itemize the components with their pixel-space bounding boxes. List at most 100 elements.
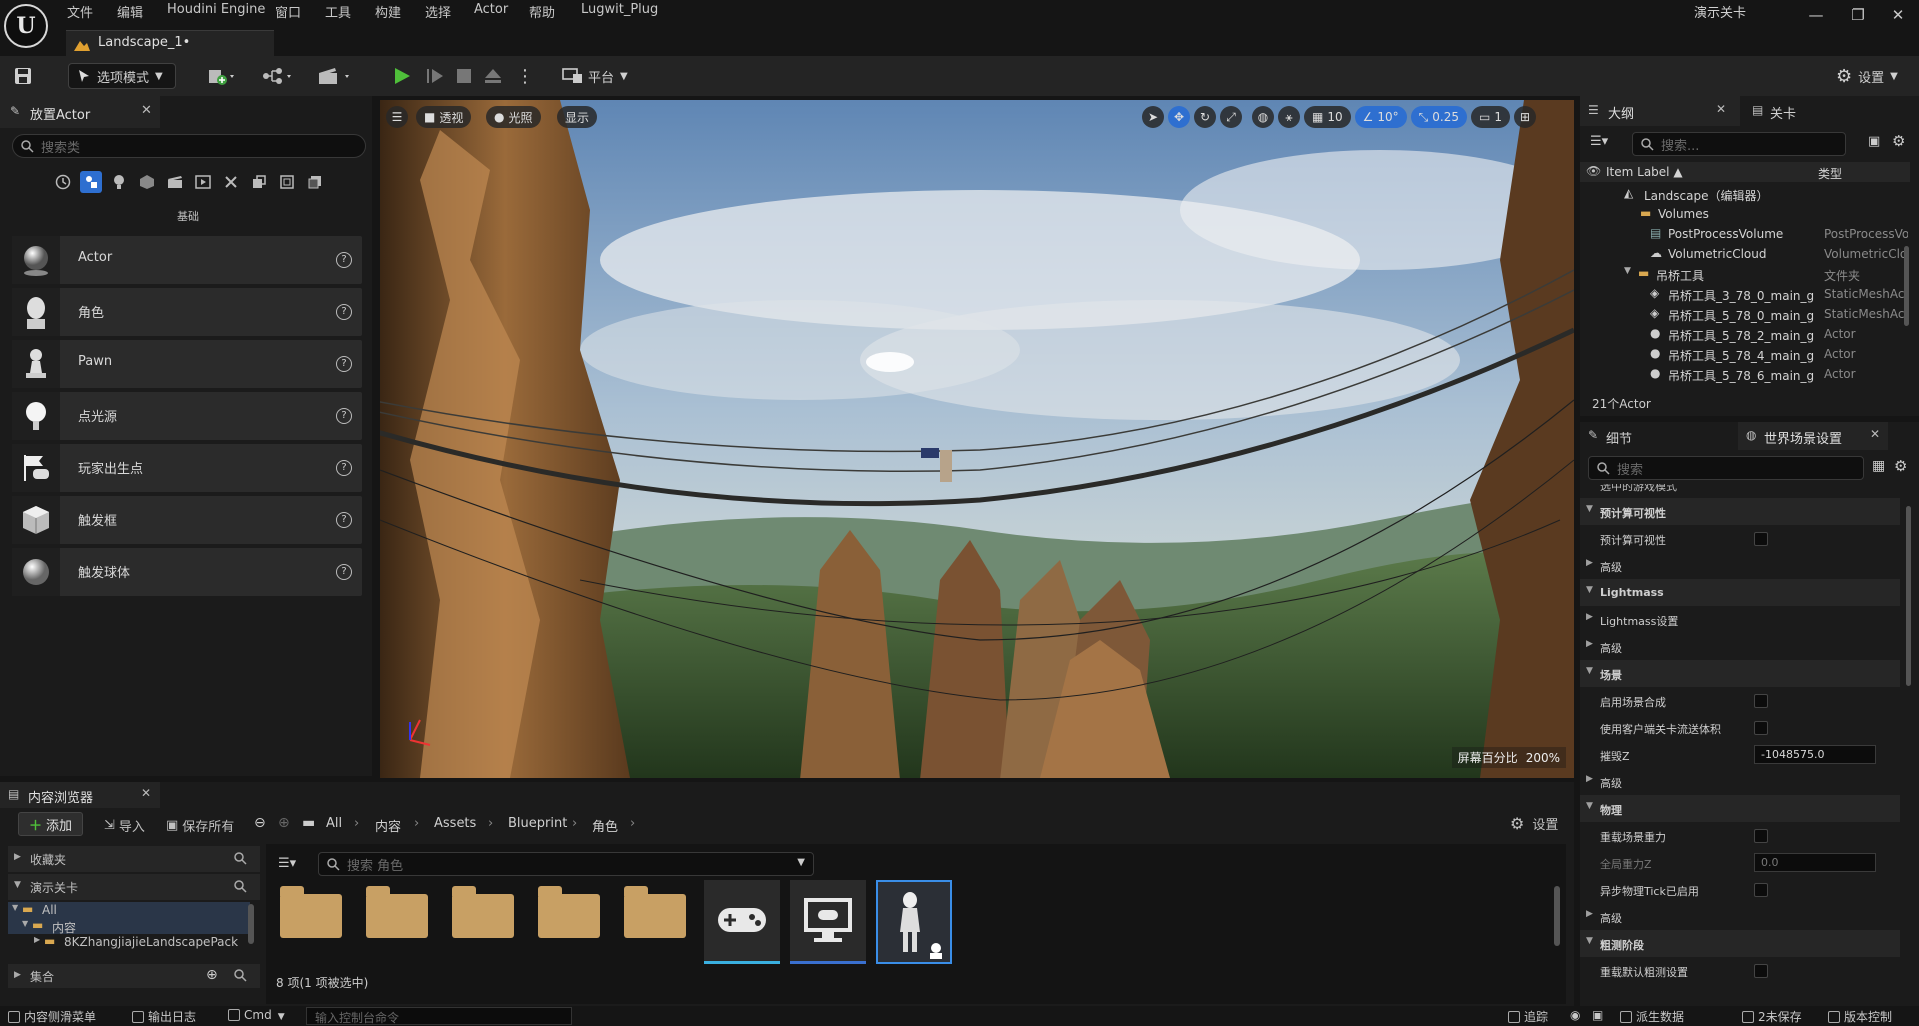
menu-file[interactable]: 文件 (67, 2, 93, 21)
menu-tools[interactable]: 工具 (325, 2, 351, 21)
gear-icon[interactable]: ⚙ (1894, 457, 1907, 475)
property-checkbox[interactable] (1754, 883, 1768, 897)
asset-search[interactable]: 搜索 角色 ▼ (318, 852, 814, 876)
asset-hud[interactable] (790, 880, 866, 964)
outliner-search[interactable]: 搜索... (1632, 132, 1846, 156)
shapes-icon[interactable] (136, 171, 158, 193)
outliner-row[interactable]: ● 吊桥工具_5_78_4_main_g Actor (1580, 344, 1910, 364)
advance-frame-icon[interactable] (425, 63, 445, 89)
source-control-button[interactable]: 版本控制 (1828, 1008, 1892, 1025)
actor-item-trigger-sphere[interactable]: 触发球体 ? (12, 548, 362, 596)
breadcrumb-character[interactable]: 角色 (592, 816, 618, 835)
details-category[interactable]: ▼ Lightmass (1580, 579, 1900, 606)
world-space-icon[interactable]: ◍ (1252, 106, 1274, 128)
table-view-icon[interactable]: ▦ (1872, 458, 1885, 474)
rotation-snap-button[interactable]: ∠ 10° (1354, 106, 1407, 128)
outliner-row[interactable]: ◭ Landscape（编辑器） (1580, 184, 1910, 204)
viewport-layout-icon[interactable]: ⊞ (1513, 106, 1536, 128)
derived-data-button[interactable]: 派生数据 (1620, 1008, 1684, 1025)
cinematics-icon[interactable] (318, 63, 354, 89)
menu-edit[interactable]: 编辑 (117, 2, 143, 21)
details-scrollbar[interactable] (1906, 506, 1911, 686)
folder-tile[interactable] (278, 880, 344, 946)
surface-snap-icon[interactable]: ⚹ (1278, 106, 1300, 128)
outliner-row[interactable]: ☁ VolumetricCloud VolumetricCloud (1580, 244, 1910, 264)
asset-scrollbar[interactable] (1554, 886, 1560, 946)
menu-build[interactable]: 构建 (375, 2, 401, 21)
details-property[interactable]: ▶ Lightmass设置 (1580, 606, 1900, 633)
details-category[interactable]: ▼ 预计算可视性 (1580, 498, 1900, 525)
save-icon[interactable] (14, 63, 32, 89)
play-options-icon[interactable]: ⋮ (516, 63, 534, 89)
outliner-row[interactable]: ● 吊桥工具_5_78_2_main_g Actor (1580, 324, 1910, 344)
minimize-button[interactable]: — (1800, 4, 1832, 26)
world-settings-tab[interactable]: ◍ 世界场景设置 ✕ (1738, 422, 1888, 450)
tree-item-content[interactable]: ▼ ▬ 内容 (8, 918, 250, 935)
place-actor-tab[interactable]: ✎ 放置Actor ✕ (0, 96, 160, 128)
property-checkbox[interactable] (1754, 721, 1768, 735)
breadcrumb-assets[interactable]: Assets (434, 816, 476, 831)
outliner-row[interactable]: ◈ 吊桥工具_5_78_0_main_g StaticMeshActor (1580, 304, 1910, 324)
content-settings-button[interactable]: ⚙ 设置 (1510, 814, 1558, 833)
menu-houdini-engine[interactable]: Houdini Engine (167, 2, 265, 17)
menu-actor[interactable]: Actor (474, 2, 508, 17)
outliner-scrollbar[interactable] (1904, 246, 1909, 326)
all-classes-icon[interactable] (276, 171, 298, 193)
close-tab-icon[interactable]: ✕ (141, 786, 151, 800)
output-log-button[interactable]: 输出日志 (132, 1008, 196, 1025)
folder-tile[interactable] (364, 880, 430, 946)
asset-game-mode[interactable] (704, 880, 780, 964)
property-checkbox[interactable] (1754, 694, 1768, 708)
console-input[interactable]: 输入控制台命令 (306, 1007, 572, 1025)
details-tab[interactable]: ✎ 细节 (1580, 422, 1740, 450)
breadcrumb-all[interactable]: All (326, 816, 342, 831)
help-icon[interactable]: ? (336, 356, 352, 372)
content-browser-tab[interactable]: ▤ 内容浏览器 ✕ (0, 782, 160, 808)
lighting-button[interactable]: ● 光照 (486, 106, 541, 128)
level-viewport[interactable]: ☰ ■ 透视 ● 光照 显示 ➤ ✥ ↻ ⤢ ◍ ⚹ ▦ 10 ∠ 10° ⤡ 0.2… (380, 100, 1574, 778)
basic-category-icon[interactable] (80, 171, 102, 193)
other-classes-icon[interactable] (304, 171, 326, 193)
search-icon[interactable] (234, 969, 248, 983)
back-icon[interactable]: ⊖ (254, 815, 266, 831)
help-icon[interactable]: ? (336, 512, 352, 528)
details-category[interactable]: ▼ 场景 (1580, 660, 1900, 687)
place-actor-search[interactable]: 搜索类 (12, 134, 366, 158)
menu-lugwit-plug[interactable]: Lugwit_Plug (581, 2, 658, 17)
breadcrumb-content[interactable]: 内容 (375, 816, 401, 835)
menu-help[interactable]: 帮助 (529, 2, 555, 21)
collections-header[interactable]: ▶ 集合 ⊕ (8, 964, 260, 988)
property-value-input[interactable]: 0.0 (1754, 853, 1876, 872)
add-content-icon[interactable] (208, 63, 238, 89)
actor-item-pawn[interactable]: Pawn ? (12, 340, 362, 388)
property-checkbox[interactable] (1754, 532, 1768, 546)
visual-effects-icon[interactable] (192, 171, 214, 193)
details-category[interactable]: ▼ 物理 (1580, 795, 1900, 822)
perspective-button[interactable]: ■ 透视 (416, 106, 472, 128)
folder-tile[interactable] (622, 880, 688, 946)
tree-item-landscape-pack[interactable]: ▶ ▬ 8KZhangjiajieLandscapePack (8, 934, 250, 950)
unsaved-button[interactable]: 2未保存 (1742, 1008, 1802, 1025)
play-button[interactable] (392, 63, 412, 89)
tree-scrollbar[interactable] (248, 904, 254, 944)
close-window-button[interactable]: ✕ (1882, 4, 1914, 26)
screenshot-icon[interactable]: ▣ (1592, 1008, 1603, 1022)
menu-select[interactable]: 选择 (425, 2, 451, 21)
lights-icon[interactable] (108, 171, 130, 193)
asset-character-selected[interactable] (876, 880, 952, 964)
favorites-header[interactable]: ▶ 收藏夹 (8, 846, 260, 872)
blueprint-icon[interactable] (262, 63, 296, 89)
folder-tile[interactable] (450, 880, 516, 946)
save-all-button[interactable]: ▣ 保存所有 (166, 816, 234, 835)
actor-item-point-light[interactable]: 点光源 ? (12, 392, 362, 440)
close-tab-icon[interactable]: ✕ (1716, 102, 1726, 116)
actor-item-player-start[interactable]: 玩家出生点 ? (12, 444, 362, 492)
visibility-icon[interactable]: 👁 (1586, 164, 1601, 178)
platform-button[interactable]: 平台 ▼ (562, 63, 628, 89)
expand-icon[interactable]: ▼ (1624, 266, 1631, 276)
outliner-row[interactable]: ● 吊桥工具_5_78_6_main_g Actor (1580, 364, 1910, 384)
search-icon[interactable] (234, 852, 248, 866)
close-tab-icon[interactable]: ✕ (141, 103, 152, 118)
menu-window[interactable]: 窗口 (275, 2, 301, 21)
cmd-button[interactable]: Cmd ▼ (228, 1008, 285, 1022)
